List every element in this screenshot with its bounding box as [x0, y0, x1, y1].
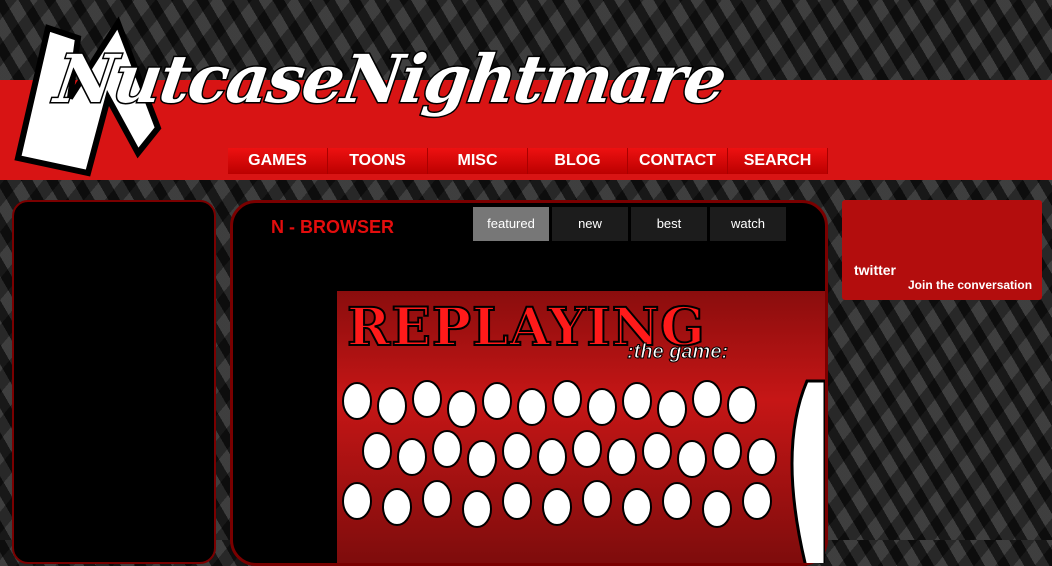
twitter-logo: twitter	[854, 262, 896, 278]
nav-contact[interactable]: CONTACT	[628, 148, 728, 174]
browser-tabs: featured new best watch	[473, 207, 786, 241]
nav-misc[interactable]: MISC	[428, 148, 528, 174]
nav-toons[interactable]: TOONS	[328, 148, 428, 174]
featured-game-preview[interactable]: REPLAYING :the game:	[337, 291, 825, 563]
nav-blog[interactable]: BLOG	[528, 148, 628, 174]
tab-new[interactable]: new	[552, 207, 628, 241]
logo-text: NutcaseNightmare	[49, 39, 731, 120]
nav-games[interactable]: GAMES	[228, 148, 328, 174]
preview-subtitle: :the game:	[626, 341, 729, 364]
main-nav: GAMES TOONS MISC BLOG CONTACT SEARCH	[228, 148, 828, 174]
tab-featured[interactable]: featured	[473, 207, 549, 241]
browser-title: N - BROWSER	[271, 217, 394, 237]
tab-watch[interactable]: watch	[710, 207, 786, 241]
character-crowd-illustration	[342, 379, 825, 563]
twitter-tagline: Join the conversation	[908, 278, 1033, 292]
nav-search[interactable]: SEARCH	[728, 148, 828, 174]
twitter-widget[interactable]: twitter Join the conversation	[842, 200, 1042, 300]
tab-best[interactable]: best	[631, 207, 707, 241]
left-sidebar-panel	[12, 200, 216, 564]
n-browser-panel: N - BROWSER featured new best watch REPL…	[230, 200, 828, 566]
